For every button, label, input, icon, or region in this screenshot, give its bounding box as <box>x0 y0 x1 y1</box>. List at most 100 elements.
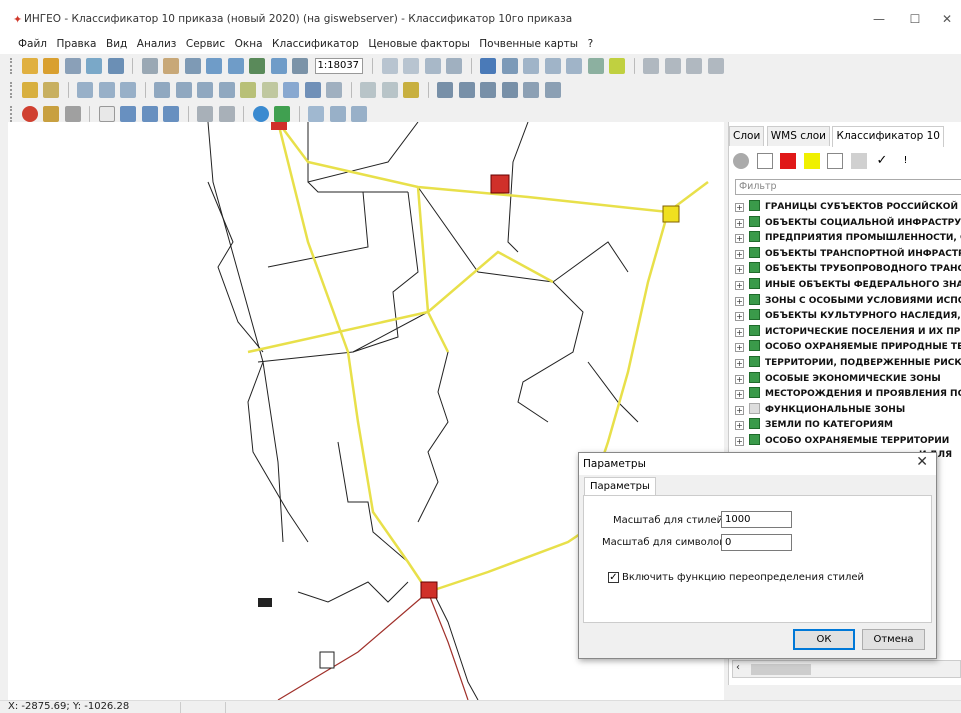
expand-icon[interactable]: + <box>735 234 744 244</box>
filter-input[interactable]: Фильтр <box>735 179 961 195</box>
close-button[interactable]: ✕ <box>932 8 961 30</box>
tool-d-icon[interactable] <box>501 82 518 98</box>
layers-icon[interactable] <box>64 58 81 74</box>
menu-view[interactable]: Вид <box>103 36 130 50</box>
override-styles-label[interactable]: Включить функцию переопределения стилей <box>622 572 864 583</box>
zoom-out-icon[interactable] <box>227 58 244 74</box>
expand-icon[interactable]: + <box>735 343 744 353</box>
override-styles-checkbox[interactable]: ✓ <box>608 572 619 583</box>
tree-item[interactable]: + ЗОНЫ С ОСОБЫМИ УСЛОВИЯМИ ИСПОЛ <box>735 293 961 310</box>
scale-icon[interactable] <box>292 58 308 74</box>
zoom-rect-icon[interactable] <box>184 58 201 74</box>
table-icon[interactable] <box>446 58 462 74</box>
select-polygon-icon[interactable] <box>566 58 582 74</box>
tree-item[interactable]: + ЗЕМЛИ ПО КАТЕГОРИЯМ <box>735 418 961 434</box>
tree-item[interactable]: + ТЕРРИТОРИИ, ПОДВЕРЖЕННЫЕ РИСКУ <box>735 355 961 372</box>
create-point-icon[interactable] <box>77 82 93 98</box>
cancel-button[interactable]: Отмена <box>862 629 925 650</box>
map-symbol-yellow[interactable] <box>662 205 680 223</box>
move-icon[interactable] <box>197 82 213 98</box>
ok-button[interactable]: ОК <box>793 629 855 650</box>
menu-windows[interactable]: Окна <box>232 36 266 50</box>
tree-item[interactable]: + ИСТОРИЧЕСКИЕ ПОСЕЛЕНИЯ И ИХ ПРЕД <box>735 324 961 341</box>
undo-icon[interactable] <box>304 82 321 98</box>
red-style-icon[interactable] <box>780 153 796 169</box>
expand-icon[interactable]: + <box>735 436 744 446</box>
check-icon[interactable]: ✓ <box>874 153 890 169</box>
expand-icon[interactable]: + <box>735 374 744 384</box>
menu-help[interactable]: ? <box>585 36 597 50</box>
search-icon[interactable] <box>308 106 324 122</box>
menu-classifier[interactable]: Классификатор <box>269 36 362 50</box>
maximize-button[interactable]: ☐ <box>900 8 930 30</box>
expand-icon[interactable]: + <box>735 421 744 431</box>
export-xls-icon[interactable] <box>98 106 115 122</box>
select-pointer-icon[interactable] <box>501 58 518 74</box>
tab-layers[interactable]: Слои <box>729 126 765 146</box>
select-area-icon[interactable] <box>523 58 539 74</box>
menu-price-factors[interactable]: Ценовые факторы <box>365 36 472 50</box>
create-polygon-icon[interactable] <box>120 82 136 98</box>
menu-soil-maps[interactable]: Почвенные карты <box>476 36 581 50</box>
gear-icon[interactable] <box>733 153 749 169</box>
globe-icon[interactable] <box>252 106 269 122</box>
white-style-icon[interactable] <box>756 153 773 169</box>
create-line-icon[interactable] <box>98 82 115 98</box>
tool-a-icon[interactable] <box>437 82 453 98</box>
check-icon[interactable] <box>381 82 398 98</box>
filter-icon[interactable]: ! <box>897 153 914 169</box>
frame-icon[interactable] <box>197 106 213 122</box>
expand-icon[interactable]: + <box>735 265 744 275</box>
tree-item[interactable]: + ПРЕДПРИЯТИЯ ПРОМЫШЛЕННОСТИ, СЕ <box>735 231 961 247</box>
expand-icon[interactable]: + <box>735 312 744 322</box>
select-circle-icon[interactable] <box>544 58 561 74</box>
export-icon[interactable] <box>850 153 867 169</box>
link-c-icon[interactable] <box>163 106 179 122</box>
report-icon[interactable] <box>43 106 59 122</box>
grid-delete-icon[interactable] <box>686 58 702 74</box>
scroll-thumb[interactable] <box>751 664 811 675</box>
map-symbol-station[interactable] <box>420 581 438 599</box>
highlight-icon[interactable] <box>403 82 419 98</box>
tree-item[interactable]: + ОБЪЕКТЫ ТРАНСПОРТНОЙ ИНФРАСТРУ <box>735 246 961 263</box>
menu-analysis[interactable]: Анализ <box>134 36 180 50</box>
edit-object-icon[interactable] <box>21 82 38 98</box>
menu-edit[interactable]: Правка <box>54 36 100 50</box>
new-map-icon[interactable] <box>21 58 38 74</box>
pointer-icon[interactable] <box>480 58 496 74</box>
attributes-icon[interactable] <box>261 82 278 98</box>
toolbar-grip[interactable] <box>10 106 13 122</box>
tree-item[interactable]: + ОСОБО ОХРАНЯЕМЫЕ ТЕРРИТОРИИ <box>735 433 961 450</box>
kpt-icon[interactable] <box>274 106 290 122</box>
tree-item[interactable]: + ОСОБО ОХРАНЯЕМЫЕ ПРИРОДНЫЕ ТЕР <box>735 340 961 356</box>
tree-item[interactable]: + ФУНКЦИОНАЛЬНЫЕ ЗОНЫ <box>735 402 961 419</box>
tree-item[interactable]: + ОБЪЕКТЫ ТРУБОПРОВОДНОГО ТРАНСП <box>735 262 961 278</box>
frame-edit-icon[interactable] <box>218 106 235 122</box>
settings-icon[interactable] <box>351 106 367 122</box>
grid-settings-icon[interactable] <box>707 58 724 74</box>
expand-icon[interactable]: + <box>735 390 744 400</box>
scroll-left-icon[interactable]: ‹ <box>736 662 740 673</box>
zoom-extent-icon[interactable] <box>249 58 265 74</box>
symbol-scale-input[interactable]: 0 <box>721 534 792 551</box>
expand-icon[interactable]: + <box>735 203 744 212</box>
tool-e-icon[interactable] <box>523 82 539 98</box>
menu-file[interactable]: Файл <box>0 36 50 50</box>
tool-c-icon[interactable] <box>480 82 496 98</box>
toolbar-grip[interactable] <box>10 82 13 98</box>
expand-icon[interactable]: + <box>735 249 744 259</box>
select-layer-icon[interactable] <box>587 58 604 74</box>
pan-hand-icon[interactable] <box>163 58 179 74</box>
topology-icon[interactable] <box>360 82 376 98</box>
split-icon[interactable] <box>154 82 170 98</box>
coordinate-icon[interactable] <box>64 106 81 122</box>
expand-icon[interactable]: + <box>735 296 744 306</box>
expand-icon[interactable]: + <box>735 218 744 228</box>
rotate-icon[interactable] <box>218 82 235 98</box>
toolbar-grip[interactable] <box>10 58 13 74</box>
tree-item[interactable]: + ОСОБЫЕ ЭКОНОМИЧЕСКИЕ ЗОНЫ <box>735 371 961 388</box>
yellow-style-icon[interactable] <box>803 153 820 169</box>
menu-service[interactable]: Сервис <box>183 36 228 50</box>
tab-wms-layers[interactable]: WMS слои <box>766 126 830 146</box>
edit-layer-icon[interactable] <box>43 82 59 98</box>
